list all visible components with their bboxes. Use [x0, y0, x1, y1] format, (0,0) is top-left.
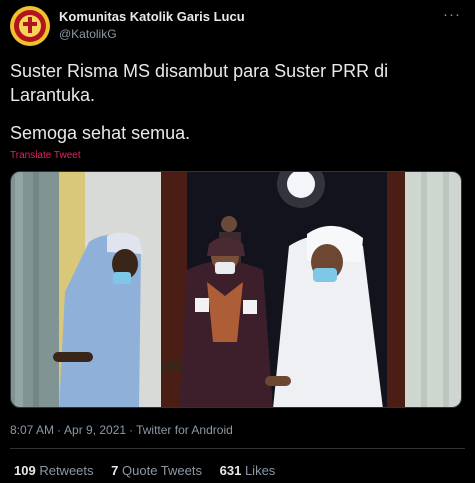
quotes-count: 7: [111, 463, 119, 478]
door-frame-right: [387, 172, 405, 407]
retweets-stat[interactable]: 109 Retweets: [14, 463, 94, 478]
curtain-right: [405, 172, 461, 407]
cross-icon-bar: [23, 22, 37, 26]
tweet-text-line2: Semoga sehat semua.: [10, 123, 191, 143]
avatar[interactable]: [10, 6, 50, 46]
retweets-count: 109: [14, 463, 36, 478]
quotes-stat[interactable]: 7 Quote Tweets: [111, 463, 202, 478]
tweet-date[interactable]: Apr 9, 2021: [64, 423, 126, 437]
tweet-source[interactable]: Twitter for Android: [136, 423, 233, 437]
divider: [10, 448, 465, 449]
likes-label: Likes: [244, 463, 276, 478]
tweet-card: Komunitas Katolik Garis Lucu @KatolikG ·…: [0, 0, 475, 483]
separator-dot: ·: [57, 423, 62, 437]
author-name[interactable]: Komunitas Katolik Garis Lucu: [59, 9, 245, 24]
quotes-label: Quote Tweets: [122, 463, 202, 478]
translate-tweet-link[interactable]: Translate Tweet: [10, 150, 81, 161]
more-dots-icon[interactable]: ···: [443, 6, 461, 23]
likes-count: 631: [219, 463, 242, 478]
tweet-photo[interactable]: [10, 171, 462, 408]
engagement-stats: 109 Retweets 7 Quote Tweets 631 Likes: [14, 463, 289, 478]
photo-illustration: [11, 172, 461, 407]
author-handle[interactable]: @KatolikG: [59, 27, 117, 41]
tweet-text-line1: Suster Risma MS disambut para Suster PRR…: [10, 61, 389, 105]
tweet-meta: 8:07 AM · Apr 9, 2021 · Twitter for Android: [10, 423, 233, 437]
retweets-label: Retweets: [39, 463, 94, 478]
separator-dot: ·: [129, 423, 134, 437]
likes-stat[interactable]: 631 Likes: [220, 463, 276, 478]
tweet-time[interactable]: 8:07 AM: [10, 423, 54, 437]
